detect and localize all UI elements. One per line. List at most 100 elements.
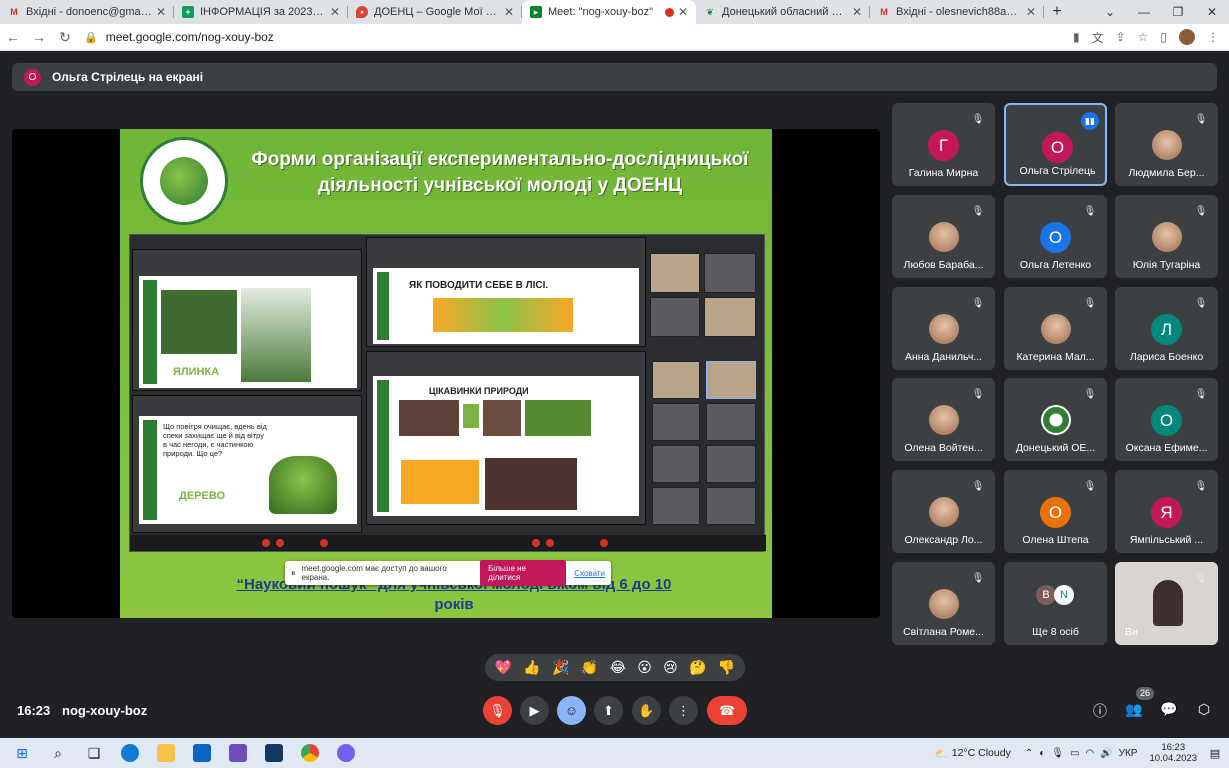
reaction-emoji-button[interactable]: 😮 [637,659,652,676]
present-button[interactable]: ⬆ [594,696,623,725]
browser-tab[interactable]: M Вхідні - donoenc@gmail.com - G ✕ [0,0,174,24]
tray-mic-icon[interactable]: 🎙 [1051,748,1064,759]
activities-icon[interactable]: ⬡ [1194,701,1214,721]
mail-icon[interactable] [188,742,216,764]
participant-tile[interactable]: О 🎙 Оксана Ефиме... [1115,378,1218,461]
browser-tab[interactable]: ❦ Донецький обласний еколого- ✕ [696,0,870,24]
file-explorer-icon[interactable] [152,742,180,764]
reaction-emoji-button[interactable]: 🎉 [552,659,569,676]
reaction-emoji-button[interactable]: 😢 [663,659,678,676]
url-input[interactable]: 🔒 meet.google.com/nog-xouy-boz [84,26,1073,48]
participant-tile[interactable]: В N Ще 8 осіб [1004,562,1107,645]
language-indicator[interactable]: УКР [1119,748,1138,759]
participant-tile[interactable]: 🎙 Світлана Роме... [892,562,995,645]
reaction-emoji-button[interactable]: 😂 [610,659,626,676]
participant-tile[interactable]: 🎙 Олександр Ло... [892,470,995,553]
minimize-icon[interactable]: — [1127,5,1161,19]
participant-tile[interactable]: О 🎙 Ольга Летенко [1004,195,1107,278]
participant-name: Людмила Бер... [1128,167,1205,179]
participant-tile[interactable]: 🎙 Анна Данильч... [892,287,995,370]
raise-hand-button[interactable]: ✋ [632,696,661,725]
participant-tile[interactable]: 🎙 Олена Войтен... [892,378,995,461]
close-window-icon[interactable]: ✕ [1195,5,1229,19]
browser-menu-icon[interactable]: ⋮ [1207,30,1219,44]
participant-tile[interactable]: 🎙 Людмила Бер... [1115,103,1218,186]
back-icon[interactable]: ← [0,29,26,45]
volume-icon[interactable]: 🔊 [1100,748,1112,759]
leave-call-button[interactable]: ☎ [707,696,747,725]
close-tab-icon[interactable]: ✕ [156,5,166,19]
tab-title: Вхідні - donoenc@gmail.com - G [26,6,152,18]
camera-button[interactable]: ▶ [520,696,549,725]
translate-icon[interactable]: 文 [1092,29,1104,46]
tab-search-icon[interactable]: ⌄ [1093,5,1127,19]
participant-tile[interactable]: 🎙 Ви [1115,562,1218,645]
tray-app-icon[interactable]: ◐ [1039,748,1045,759]
participant-tile[interactable]: 🎙 Любов Бараба... [892,195,995,278]
restore-icon[interactable]: ❐ [1161,5,1195,19]
mic-muted-icon: 🎙 [1083,298,1097,309]
participant-tile[interactable]: Г 🎙 Галина Мирна [892,103,995,186]
weather-widget[interactable]: ⛅ 12°C Cloudy [935,747,1011,760]
side-panel-icon[interactable]: ▯ [1160,30,1167,44]
hide-popup-link[interactable]: Сховати [574,569,605,578]
participant-tile[interactable]: 🎙 Катерина Мал... [1004,287,1107,370]
participant-avatar: О [1042,132,1073,163]
stop-sharing-button[interactable]: Більше не ділитися [480,560,567,586]
participant-tile[interactable]: 🎙 Юлія Тугаріна [1115,195,1218,278]
camera-in-use-icon[interactable]: ▮ [1073,30,1080,44]
close-tab-icon[interactable]: ✕ [678,5,688,19]
publisher-icon[interactable] [224,742,252,764]
task-view-icon[interactable]: ❏ [80,742,108,764]
participant-tile[interactable]: Я 🎙 Ямпільський ... [1115,470,1218,553]
reaction-emoji-button[interactable]: 👏 [581,659,598,676]
close-tab-icon[interactable]: ✕ [1026,5,1036,19]
search-icon[interactable]: ⌕ [44,742,72,764]
tray-chevron-icon[interactable]: ⌃ [1025,748,1033,759]
more-options-button[interactable]: ⋮ [669,696,698,725]
browser-tab[interactable]: + ІНФОРМАЦІЯ за 2023 - Google ✕ [174,0,348,24]
windows-start-icon[interactable]: ⊞ [8,742,36,764]
close-tab-icon[interactable]: ✕ [504,5,514,19]
chat-icon[interactable]: 💬 [1159,701,1179,721]
reactions-button[interactable]: ☺ [557,696,586,725]
battery-icon[interactable]: ▭ [1070,748,1079,759]
participant-tile[interactable]: О ▮▮ Ольга Стрілець [1004,103,1107,186]
forward-icon[interactable]: → [26,29,52,45]
reaction-emoji-button[interactable]: 💖 [495,659,512,676]
participant-photo [929,405,959,435]
mic-muted-icon: 🎙 [971,389,985,400]
bookmark-star-icon[interactable]: ☆ [1138,30,1149,44]
participant-tile[interactable]: Л 🎙 Лариса Боенко [1115,287,1218,370]
reaction-emoji-button[interactable]: 👎 [718,659,735,676]
close-tab-icon[interactable]: ✕ [330,5,340,19]
browser-tab[interactable]: ▸ Meet: "nog-xouy-boz" ✕ [522,0,696,24]
mic-muted-icon: 🎙 [971,114,985,125]
share-popup-text: meet.google.com має доступ до вашого екр… [301,564,447,582]
mic-off-button[interactable]: 🎙 [483,696,512,725]
shield-app-icon[interactable] [260,742,288,764]
pryrody-heading: ЦІКАВИНКИ ПРИРОДИ [429,386,529,396]
profile-avatar[interactable] [1179,29,1195,45]
meeting-info-icon[interactable]: ⓘ [1090,701,1110,721]
reaction-emoji-button[interactable]: 🤔 [689,659,706,676]
participant-name: Олена Штепа [1022,534,1089,546]
reaction-emoji-button[interactable]: 👍 [523,659,540,676]
close-tab-icon[interactable]: ✕ [852,5,862,19]
reload-icon[interactable]: ↻ [52,29,78,46]
hang-up-icon: ☎ [718,702,736,718]
participant-tile[interactable]: О 🎙 Олена Штепа [1004,470,1107,553]
browser-tab[interactable]: M Вхідні - olesnevich88a@gmail.co ✕ [870,0,1044,24]
lock-icon[interactable]: 🔒 [84,31,98,44]
chrome-icon[interactable] [296,742,324,764]
viber-icon[interactable] [332,742,360,764]
people-icon[interactable]: 👥 [1124,701,1144,721]
participant-tile[interactable]: 🎙 Донецький ОЕ... [1004,378,1107,461]
wifi-icon[interactable]: ◠ [1085,748,1094,759]
share-icon[interactable]: ⇪ [1116,30,1126,44]
notifications-icon[interactable]: ▤ [1205,747,1225,760]
new-tab-button[interactable]: + [1044,0,1070,24]
browser-tab[interactable]: • ДОЕНЦ – Google Мої карти ✕ [348,0,522,24]
edge-icon[interactable] [116,742,144,764]
system-clock[interactable]: 16:23 10.04.2023 [1149,742,1197,764]
